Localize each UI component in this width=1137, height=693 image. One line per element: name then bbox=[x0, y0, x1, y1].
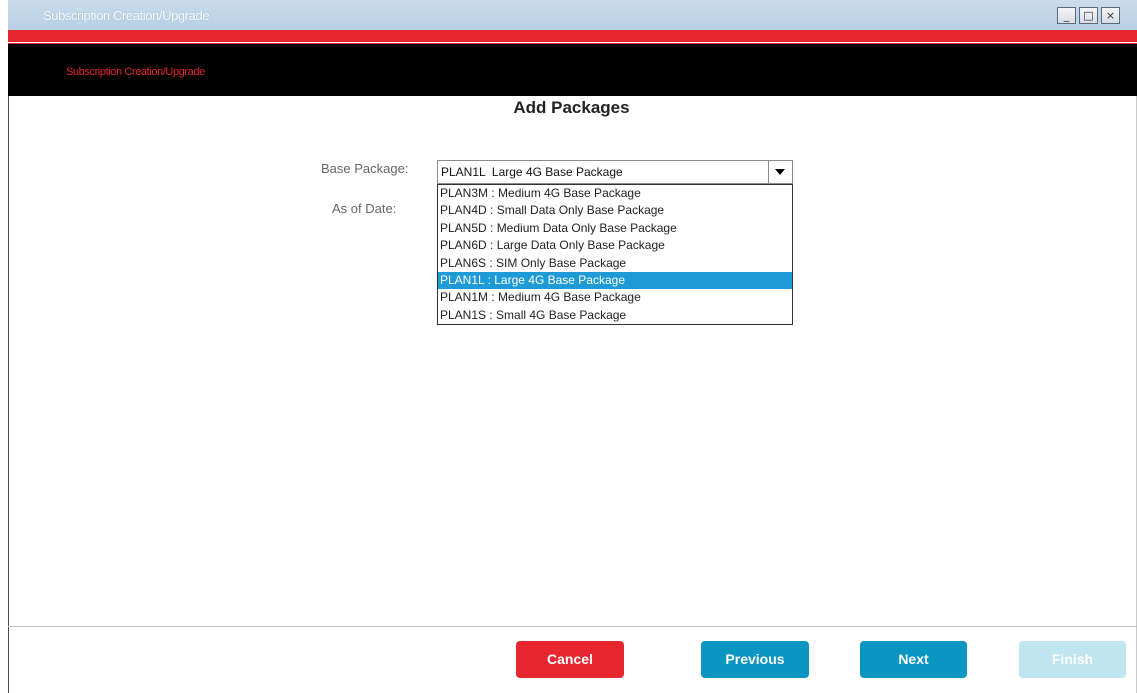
dropdown-option[interactable]: PLAN1S : Small 4G Base Package bbox=[438, 307, 792, 324]
base-package-dropdown-list[interactable]: PLAN3M : Medium 4G Base Package PLAN4D :… bbox=[437, 184, 793, 325]
header-subtitle: Subscription Creation/Upgrade bbox=[66, 66, 205, 78]
base-package-select[interactable]: PLAN1L Large 4G Base Package bbox=[437, 160, 793, 184]
chevron-down-icon bbox=[775, 169, 785, 175]
dropdown-option[interactable]: PLAN6S : SIM Only Base Package bbox=[438, 255, 792, 272]
page-header: Subscription Creation/Upgrade bbox=[8, 44, 1137, 96]
page-title: Add Packages bbox=[0, 98, 1137, 118]
next-button[interactable]: Next bbox=[860, 641, 967, 678]
base-package-value: PLAN1L Large 4G Base Package bbox=[441, 165, 623, 179]
dropdown-option[interactable]: PLAN5D : Medium Data Only Base Package bbox=[438, 220, 792, 237]
dropdown-toggle-button[interactable] bbox=[768, 161, 792, 183]
base-package-label: Base Package: bbox=[321, 161, 409, 176]
dropdown-option[interactable]: PLAN4D : Small Data Only Base Package bbox=[438, 202, 792, 219]
finish-button: Finish bbox=[1019, 641, 1126, 678]
dropdown-option[interactable]: PLAN1M : Medium 4G Base Package bbox=[438, 289, 792, 306]
app-window: Subscription Creation/Upgrade _ □ × Subs… bbox=[0, 0, 1137, 693]
dropdown-option[interactable]: PLAN6D : Large Data Only Base Package bbox=[438, 237, 792, 254]
window-titlebar[interactable]: Subscription Creation/Upgrade _ □ × bbox=[8, 0, 1137, 30]
close-button[interactable]: × bbox=[1101, 7, 1120, 24]
header-accent-bar bbox=[8, 30, 1137, 42]
left-border bbox=[8, 96, 9, 693]
footer-divider bbox=[8, 626, 1137, 627]
window-title: Subscription Creation/Upgrade bbox=[43, 8, 210, 23]
as-of-date-label: As of Date: bbox=[332, 201, 397, 216]
cancel-button[interactable]: Cancel bbox=[516, 641, 624, 678]
minimize-button[interactable]: _ bbox=[1057, 7, 1076, 24]
previous-button[interactable]: Previous bbox=[701, 641, 809, 678]
page-title-text: Add Packages bbox=[513, 98, 630, 117]
dropdown-option[interactable]: PLAN3M : Medium 4G Base Package bbox=[438, 185, 792, 202]
dropdown-option-selected[interactable]: PLAN1L : Large 4G Base Package bbox=[438, 271, 792, 290]
window-controls: _ □ × bbox=[1057, 7, 1120, 24]
maximize-button[interactable]: □ bbox=[1079, 7, 1098, 24]
